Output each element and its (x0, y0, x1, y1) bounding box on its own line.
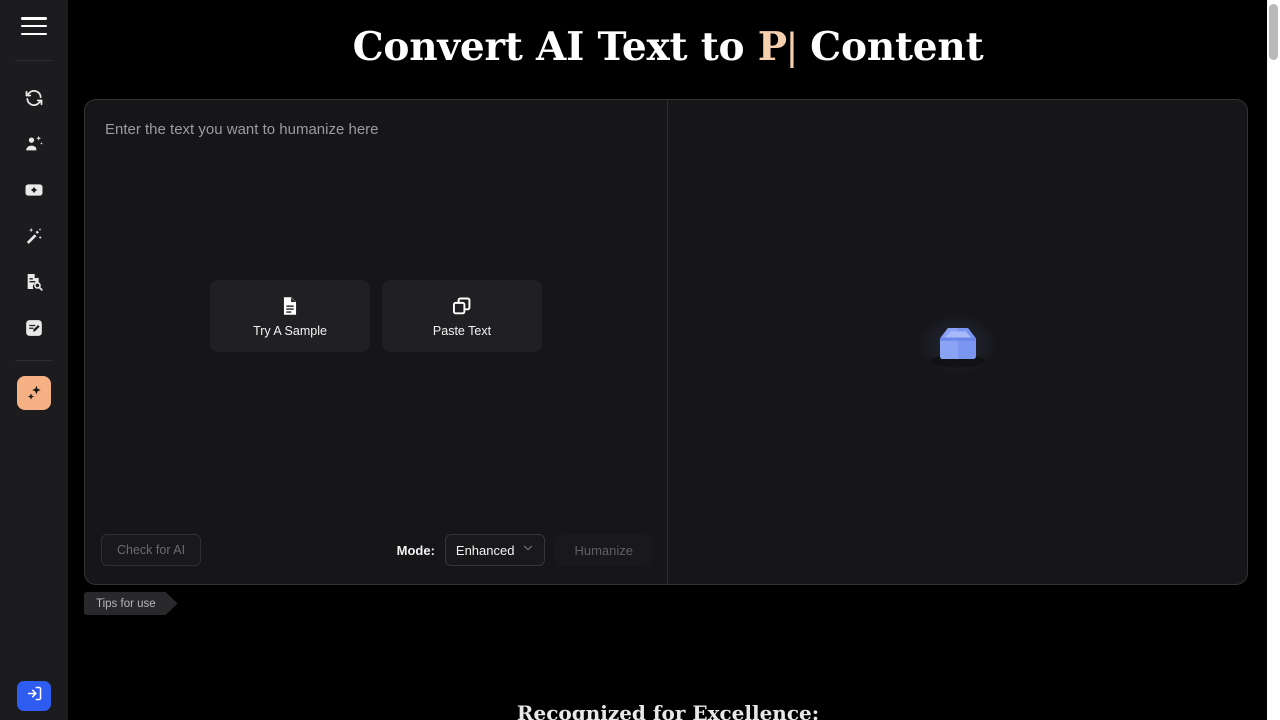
typing-caret: | (786, 26, 797, 69)
quick-action-group: Try A Sample Paste Text (85, 280, 667, 352)
humanizer-workspace: Enter the text you want to humanize here… (84, 99, 1248, 585)
paste-text-label: Paste Text (432, 323, 492, 338)
output-empty-state (910, 308, 1006, 382)
input-toolbar: Check for AI Mode: Enhanced Humanize (85, 516, 668, 584)
hamburger-menu-icon (21, 17, 47, 35)
humanize-button[interactable]: Humanize (555, 534, 652, 566)
page-scrollbar-thumb[interactable] (1269, 4, 1278, 60)
person-sparkle-icon (24, 134, 44, 154)
page-title-prefix: Convert AI Text to (352, 24, 758, 70)
sidebar-item-ai-content-add[interactable] (17, 173, 51, 207)
sidebar-rail (0, 0, 68, 720)
login-arrow-icon (26, 685, 43, 707)
page-title-suffix: Content (796, 24, 984, 70)
mode-select[interactable]: Enhanced (444, 534, 546, 566)
sparkles-icon (25, 384, 44, 403)
mode-label: Mode: (396, 542, 435, 558)
sidebar-item-paraphraser[interactable] (17, 81, 51, 115)
login-button[interactable] (17, 681, 51, 711)
plus-square-icon (24, 180, 44, 200)
app-root: Convert AI Text to P| Content Enter the … (0, 0, 1280, 720)
page-title-accent: P (757, 24, 787, 70)
sidebar-divider-bottom (15, 360, 53, 361)
paste-text-button[interactable]: Paste Text (382, 280, 542, 352)
input-placeholder[interactable]: Enter the text you want to humanize here (105, 121, 379, 139)
copy-stack-icon (451, 295, 473, 317)
tips-for-use-tab[interactable]: Tips for use (84, 592, 178, 615)
try-a-sample-button[interactable]: Try A Sample (210, 280, 370, 352)
try-a-sample-label: Try A Sample (253, 323, 327, 338)
page-title: Convert AI Text to P| Content (68, 20, 1268, 75)
output-pane[interactable] (668, 100, 1247, 584)
recognition-heading: Recognized for Excellence: (516, 701, 820, 720)
sidebar-item-ai-writer[interactable] (17, 311, 51, 345)
sidebar-item-magic-wand[interactable] (17, 219, 51, 253)
sidebar-tool-list (17, 61, 51, 345)
input-pane[interactable]: Enter the text you want to humanize here… (85, 100, 668, 584)
hamburger-menu-button[interactable] (17, 9, 51, 43)
mode-select-value: Enhanced (455, 542, 515, 558)
chevron-down-icon (522, 541, 534, 559)
magic-wand-sparkle-icon (24, 226, 44, 246)
document-lines-icon (279, 295, 301, 317)
page-scrollbar-track[interactable] (1267, 0, 1280, 720)
sidebar-item-humanizer-tool[interactable] (17, 127, 51, 161)
tips-for-use-label: Tips for use (96, 597, 156, 610)
sidebar-item-humanizer[interactable] (17, 376, 51, 410)
document-search-icon (24, 272, 44, 292)
refresh-cycle-icon (24, 88, 44, 108)
document-edit-icon (24, 318, 44, 338)
sidebar-item-ai-detector[interactable] (17, 265, 51, 299)
toolbar-right-group: Mode: Enhanced Humanize (397, 534, 652, 566)
check-for-ai-button[interactable]: Check for AI (101, 534, 202, 566)
